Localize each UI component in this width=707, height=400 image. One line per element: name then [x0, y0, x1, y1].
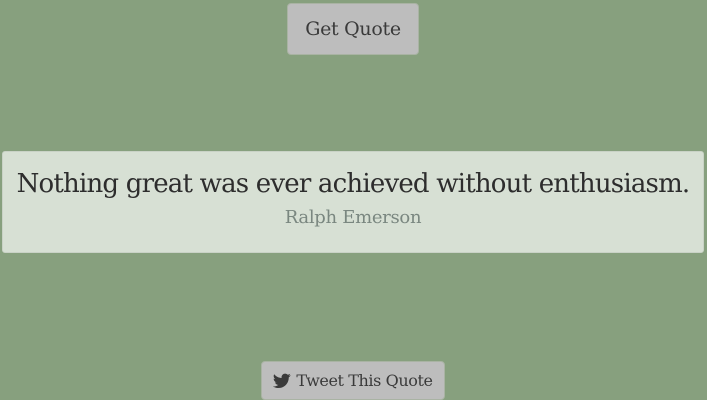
quote-author: Ralph Emerson: [284, 207, 422, 228]
quote-text: Nothing great was ever achieved without …: [16, 169, 691, 199]
tweet-quote-button[interactable]: Tweet This Quote: [261, 361, 445, 400]
quote-card: Nothing great was ever achieved without …: [2, 151, 704, 253]
tweet-quote-label: Tweet This Quote: [296, 371, 433, 390]
get-quote-button[interactable]: Get Quote: [287, 3, 419, 55]
twitter-icon: [273, 373, 292, 389]
